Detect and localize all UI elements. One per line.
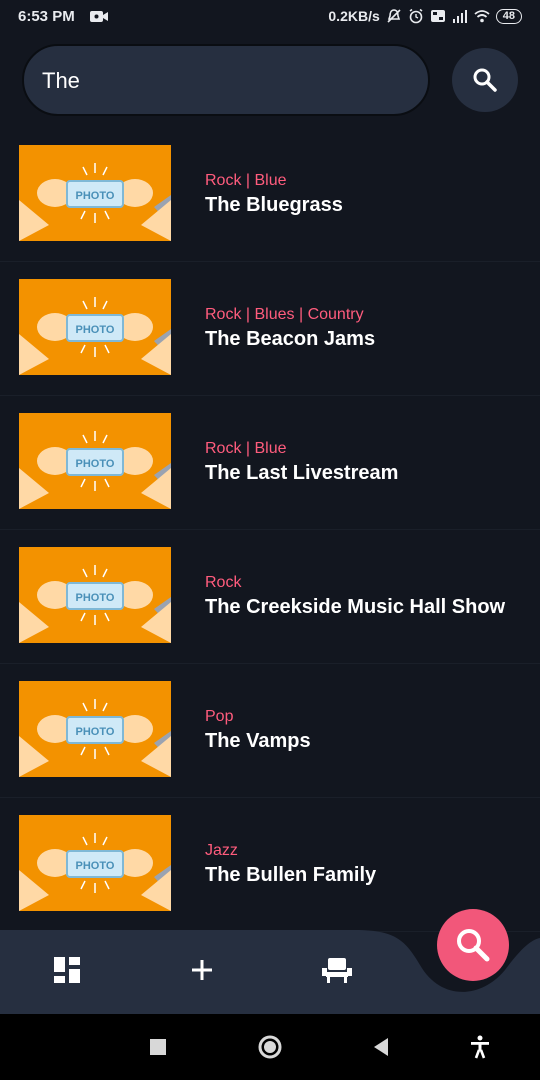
genre-label: Rock <box>205 574 242 591</box>
battery-icon: 48 <box>495 8 522 24</box>
nav-add-button[interactable] <box>182 950 222 990</box>
alarm-off-icon <box>387 9 401 23</box>
list-item[interactable]: PHOTO Rock | Blues | Country The Beacon … <box>0 262 540 396</box>
thumbnail-image: PHOTO <box>19 547 171 643</box>
add-icon <box>192 960 212 980</box>
search-input[interactable] <box>40 58 414 104</box>
recents-button[interactable] <box>143 1032 173 1062</box>
search-icon <box>473 68 497 92</box>
dashboard-icon <box>54 957 80 983</box>
seat-icon <box>322 958 352 983</box>
genre-label: Rock | Blue <box>205 440 287 457</box>
genre-label: Pop <box>205 708 234 725</box>
event-title: The Bluegrass <box>205 194 343 216</box>
list-item[interactable]: PHOTO Pop The Vamps <box>0 664 540 798</box>
network-speed: 0.2KB/s <box>328 8 380 24</box>
accessibility-icon <box>471 1035 489 1059</box>
volte-icon <box>430 10 445 22</box>
thumbnail-label: PHOTO <box>76 726 115 738</box>
thumbnail-image: PHOTO <box>19 413 171 509</box>
search-field[interactable] <box>22 44 430 116</box>
thumbnail-image: PHOTO <box>19 145 171 241</box>
status-indicators: 0.2KB/s 48 <box>328 8 522 24</box>
thumbnail-label: PHOTO <box>76 860 115 872</box>
thumbnail-label: PHOTO <box>76 458 115 470</box>
results-list: PHOTO Rock | Blue The Bluegrass PHOTO Ro… <box>0 128 540 932</box>
search-fab[interactable] <box>437 909 509 981</box>
event-title: The Vamps <box>205 730 311 752</box>
list-item[interactable]: PHOTO Rock | Blue The Last Livestream <box>0 396 540 530</box>
thumbnail-image: PHOTO <box>19 815 171 911</box>
accessibility-button[interactable] <box>465 1032 495 1062</box>
back-button[interactable] <box>366 1032 396 1062</box>
home-button[interactable] <box>255 1032 285 1062</box>
nav-seat-button[interactable] <box>317 950 357 990</box>
back-icon <box>374 1038 388 1056</box>
alarm-icon <box>409 8 423 24</box>
event-title: The Bullen Family <box>205 864 377 886</box>
event-title: The Beacon Jams <box>205 328 376 350</box>
thumbnail-image: PHOTO <box>19 681 171 777</box>
genre-label: Rock | Blue <box>205 172 287 189</box>
search-button[interactable] <box>452 48 518 112</box>
status-time: 6:53 PM <box>18 8 75 25</box>
event-title: The Creekside Music Hall Show <box>205 596 506 618</box>
genre-label: Rock | Blues | Country <box>205 306 364 323</box>
recents-icon <box>150 1039 166 1055</box>
thumbnail-image: PHOTO <box>19 279 171 375</box>
wifi-icon <box>474 10 490 23</box>
list-item[interactable]: PHOTO Rock | Blue The Bluegrass <box>0 128 540 262</box>
genre-label: Jazz <box>205 842 238 859</box>
thumbnail-label: PHOTO <box>76 190 115 202</box>
signal-icon <box>452 10 467 23</box>
thumbnail-label: PHOTO <box>76 324 115 336</box>
status-bar: 6:53 PM 0.2KB/s 48 <box>0 0 540 34</box>
event-title: The Last Livestream <box>205 462 399 484</box>
list-item[interactable]: PHOTO Rock The Creekside Music Hall Show <box>0 530 540 664</box>
home-icon <box>258 1035 282 1059</box>
thumbnail-label: PHOTO <box>76 592 115 604</box>
search-icon <box>457 929 490 962</box>
nav-dashboard-button[interactable] <box>47 950 87 990</box>
camera-icon <box>90 11 108 22</box>
